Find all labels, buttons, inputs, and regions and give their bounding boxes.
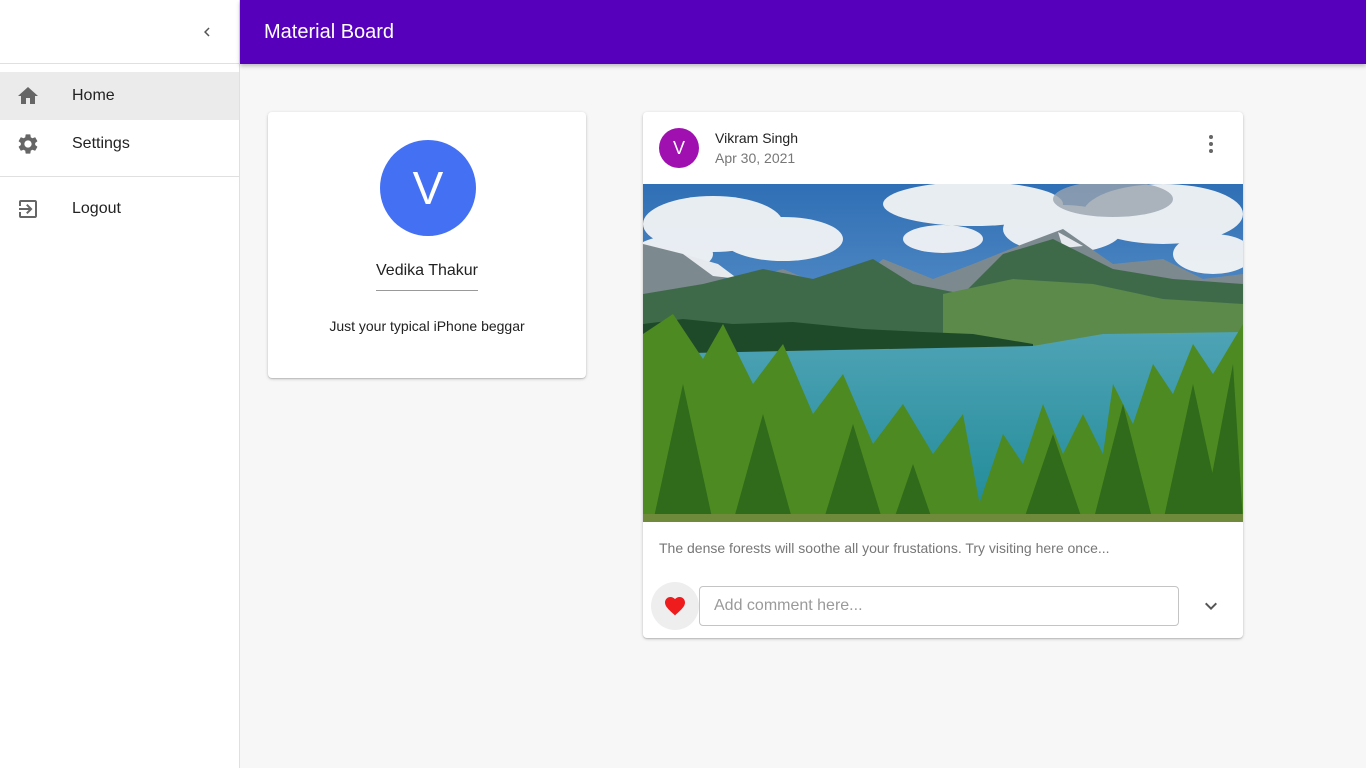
sidebar-item-label: Logout [72,200,121,217]
profile-bio: Just your typical iPhone beggar [329,318,525,334]
more-vert-icon [1209,135,1213,153]
sidebar-item-label: Home [72,87,115,104]
post-author-name: Vikram Singh [715,130,799,146]
comment-input[interactable] [699,586,1179,626]
post-card: V Vikram Singh Apr 30, 2021 The dense fo… [643,112,1243,638]
like-button[interactable] [651,582,699,630]
sidebar-item-label: Settings [72,135,130,152]
profile-name: Vedika Thakur [376,262,478,291]
post-header: V Vikram Singh Apr 30, 2021 [643,112,1243,184]
home-icon [0,84,72,108]
profile-card: V Vedika Thakur Just your typical iPhone… [268,112,586,378]
collapse-drawer-button[interactable] [191,16,223,48]
profile-avatar: V [380,140,476,236]
post-date: Apr 30, 2021 [715,150,796,166]
sidebar-item-logout[interactable]: Logout [0,185,239,233]
sidebar-divider [0,176,239,177]
sidebar-item-settings[interactable]: Settings [0,120,239,168]
sidebar-nav: Home Settings Logout [0,64,239,233]
post-caption: The dense forests will soothe all your f… [659,540,1110,556]
heart-icon [665,597,685,616]
post-image [643,184,1243,522]
post-author-avatar: V [659,128,699,168]
gear-icon [0,132,72,156]
chevron-down-icon [1205,602,1217,610]
sidebar-header [0,0,239,64]
sidebar-item-home[interactable]: Home [0,72,239,120]
expand-comments-button[interactable] [1195,590,1227,622]
app-bar: Material Board [240,0,1366,64]
sidebar-drawer: Home Settings Logout [0,0,240,768]
profile-name-wrap: Vedika Thakur [268,262,586,291]
chevron-left-icon [204,27,210,37]
logout-icon [0,197,72,221]
post-more-button[interactable] [1195,128,1227,160]
app-title: Material Board [264,20,395,43]
